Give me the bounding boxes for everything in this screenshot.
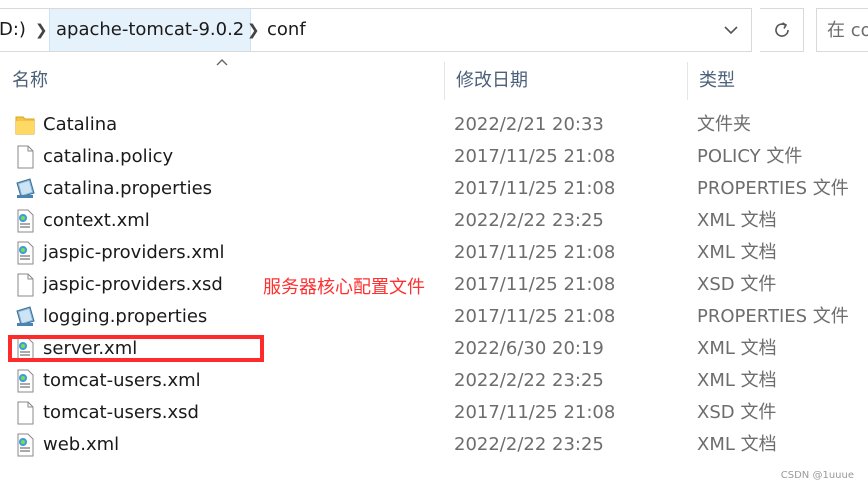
breadcrumb-current-folder[interactable]: conf [267, 9, 306, 51]
file-modified-date: 2017/11/25 21:08 [454, 178, 616, 199]
file-type: PROPERTIES 文件 [697, 178, 849, 199]
properties-file-icon [14, 177, 36, 201]
search-box[interactable] [816, 8, 868, 52]
file-type: XML 文档 [697, 242, 777, 263]
breadcrumb-drive[interactable]: D:) [0, 9, 26, 51]
file-modified-date: 2022/2/22 23:25 [454, 210, 604, 231]
file-type: POLICY 文件 [697, 146, 803, 167]
file-type: XML 文档 [697, 434, 777, 455]
file-row[interactable]: catalina.properties 2017/11/25 21:08 PROPE… [0, 173, 868, 205]
chevron-right-icon[interactable]: ❯ [247, 9, 260, 51]
file-name: logging.properties [43, 306, 208, 327]
file-name: tomcat-users.xsd [43, 402, 199, 423]
search-input[interactable] [817, 9, 868, 51]
blank-file-icon [14, 145, 36, 169]
file-row[interactable]: context.xml 2022/2/22 23:25 XML 文档 [0, 205, 868, 237]
file-type: XSD 文件 [697, 402, 777, 423]
file-modified-date: 2022/2/22 23:25 [454, 434, 604, 455]
file-modified-date: 2017/11/25 21:08 [454, 242, 616, 263]
xml-file-icon [14, 209, 36, 233]
highlight-box [8, 335, 264, 362]
address-bar-area: D:) ❯ apache-tomcat-9.0.2 ❯ conf [0, 0, 868, 60]
file-name: context.xml [43, 210, 150, 231]
file-name: jaspic-providers.xml [43, 242, 225, 263]
file-row[interactable]: Catalina 2022/2/21 20:33 文件夹 [0, 109, 868, 141]
file-name: tomcat-users.xml [43, 370, 201, 391]
xml-file-icon [14, 241, 36, 265]
file-type: XSD 文件 [697, 274, 777, 295]
file-name: catalina.policy [43, 146, 174, 167]
file-name: catalina.properties [43, 178, 213, 199]
address-bar[interactable]: D:) ❯ apache-tomcat-9.0.2 ❯ conf [0, 8, 752, 52]
xml-file-icon [14, 369, 36, 393]
file-type: XML 文档 [697, 210, 777, 231]
file-row[interactable]: logging.properties 2017/11/25 21:08 PROPER… [0, 301, 868, 333]
file-modified-date: 2022/2/22 23:25 [454, 370, 604, 391]
watermark: CSDN @1uuue [780, 470, 854, 481]
column-header-type[interactable]: 类型 [687, 60, 735, 102]
file-modified-date: 2022/6/30 20:19 [454, 338, 604, 359]
sort-ascending-icon [216, 56, 228, 69]
chevron-down-icon [724, 25, 738, 34]
file-name: Catalina [43, 114, 118, 135]
file-type: XML 文档 [697, 338, 777, 359]
file-row[interactable]: tomcat-users.xsd 2017/11/25 21:08 XSD 文件 [0, 397, 868, 429]
file-row[interactable]: jaspic-providers.xml 2017/11/25 21:08 XML … [0, 237, 868, 269]
column-header-date[interactable]: 修改日期 [444, 60, 528, 102]
blank-file-icon [14, 401, 36, 425]
file-type: PROPERTIES 文件 [697, 306, 849, 327]
refresh-button[interactable] [760, 8, 804, 52]
file-name: jaspic-providers.xsd [43, 274, 223, 295]
file-row[interactable]: tomcat-users.xml 2022/2/22 23:25 XML 文档 [0, 365, 868, 397]
file-type: XML 文档 [697, 370, 777, 391]
file-type: 文件夹 [697, 114, 751, 135]
chevron-right-icon[interactable]: ❯ [35, 9, 48, 51]
file-row[interactable]: jaspic-providers.xsd 2017/11/25 21:08 XSD … [0, 269, 868, 301]
file-modified-date: 2017/11/25 21:08 [454, 274, 616, 295]
file-row[interactable]: catalina.policy 2017/11/25 21:08 POLICY 文件 [0, 141, 868, 173]
xml-file-icon [14, 433, 36, 457]
refresh-icon [774, 22, 789, 37]
column-header-row: 名称 修改日期 类型 [0, 60, 868, 102]
file-row[interactable]: web.xml 2022/2/22 23:25 XML 文档 [0, 429, 868, 461]
properties-file-icon [14, 305, 36, 329]
file-name: web.xml [43, 434, 120, 455]
file-modified-date: 2022/2/21 20:33 [454, 114, 604, 135]
file-modified-date: 2017/11/25 21:08 [454, 146, 616, 167]
annotation-label: 服务器核心配置文件 [263, 277, 425, 298]
column-header-name[interactable]: 名称 [0, 60, 48, 102]
breadcrumb-tomcat-folder[interactable]: apache-tomcat-9.0.2 [49, 9, 252, 51]
file-modified-date: 2017/11/25 21:08 [454, 306, 616, 327]
folder-icon [14, 113, 36, 137]
address-history-dropdown[interactable] [711, 9, 751, 51]
blank-file-icon [14, 273, 36, 297]
file-modified-date: 2017/11/25 21:08 [454, 402, 616, 423]
